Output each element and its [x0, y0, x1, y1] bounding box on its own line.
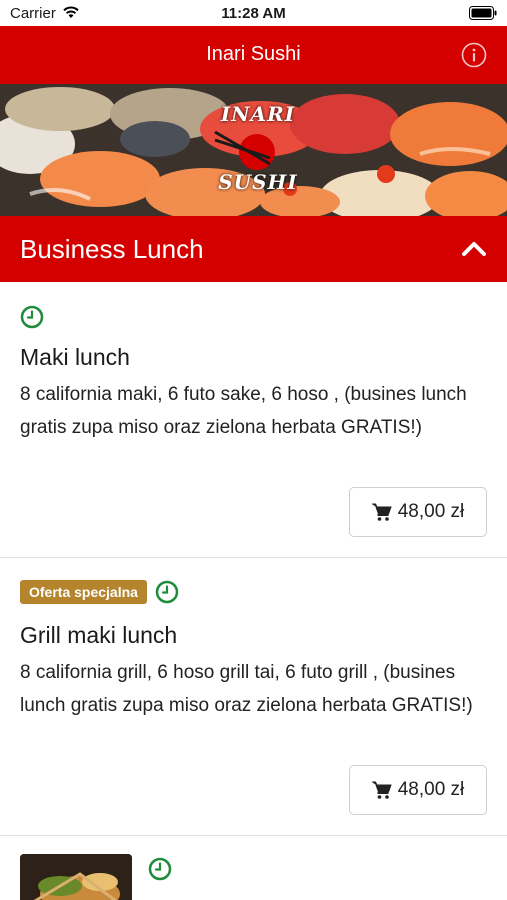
cart-icon: [371, 503, 392, 521]
menu-item[interactable]: Oferta specjalna Grill maki lunch 8 cali…: [0, 558, 507, 836]
price-label: 48,00 zł: [397, 501, 465, 522]
item-description: 8 california maki, 6 futo sake, 6 hoso ,…: [20, 384, 467, 438]
item-thumbnail: [20, 854, 132, 900]
section-title: Business Lunch: [20, 234, 204, 264]
price-label: 48,00 zł: [397, 779, 465, 800]
item-meta: Oferta specjalna: [20, 578, 179, 606]
add-to-cart-button[interactable]: 48,00 zł: [349, 765, 487, 815]
restaurant-banner: INARI SUSHI: [0, 84, 507, 216]
logo-text-bottom: SUSHI: [218, 170, 298, 194]
battery-icon: [469, 6, 497, 20]
item-meta: [20, 303, 44, 331]
menu-item[interactable]: Maki lunch 8 california maki, 6 futo sak…: [0, 282, 507, 558]
status-bar: Carrier 11:28 AM: [0, 0, 507, 26]
nav-bar: Inari Sushi: [0, 26, 507, 84]
chevron-up-icon[interactable]: [461, 236, 487, 262]
item-meta: [148, 855, 172, 883]
item-name: Maki lunch: [20, 344, 130, 370]
menu-item[interactable]: [0, 836, 507, 900]
clock-icon: [155, 580, 179, 604]
logo-text-top: INARI: [220, 102, 296, 126]
info-icon[interactable]: [461, 42, 487, 68]
cart-icon: [371, 781, 392, 799]
add-to-cart-button[interactable]: 48,00 zł: [349, 487, 487, 537]
clock-time: 11:28 AM: [221, 5, 286, 22]
clock-icon: [148, 857, 172, 881]
item-description: 8 california grill, 6 hoso grill tai, 6 …: [20, 662, 473, 716]
section-header-business-lunch[interactable]: Business Lunch: [0, 216, 507, 282]
item-name: Grill maki lunch: [20, 622, 178, 648]
app-title: Inari Sushi: [206, 43, 301, 65]
clock-icon: [20, 305, 44, 329]
special-offer-badge: Oferta specjalna: [20, 580, 147, 604]
